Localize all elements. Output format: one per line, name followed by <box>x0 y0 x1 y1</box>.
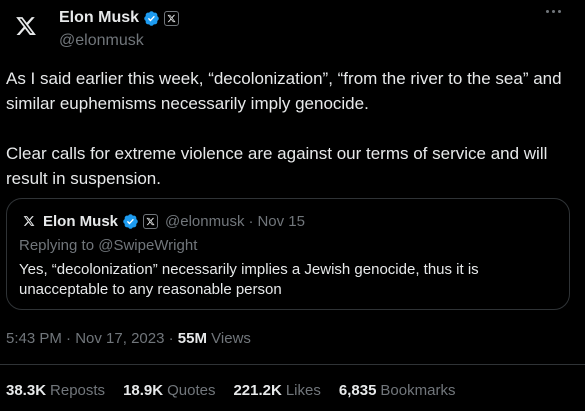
separator: · <box>66 330 72 347</box>
x-logo-icon <box>19 211 39 231</box>
author-display-name[interactable]: Elon Musk <box>59 9 139 27</box>
x-affiliation-icon[interactable] <box>164 10 180 26</box>
tweet-time[interactable]: 5:43 PM <box>6 330 62 347</box>
author-handle[interactable]: @elonmusk <box>59 32 144 50</box>
more-dot <box>552 10 555 13</box>
stat-count: 6,835 <box>338 382 377 399</box>
quoted-tweet[interactable]: Elon Musk @elonmusk · Nov 15 Replying to… <box>6 198 570 310</box>
reposts-stat[interactable]: 38.3K Reposts <box>6 382 105 399</box>
tweet-paragraph: As I said earlier this week, “decoloniza… <box>6 69 562 113</box>
stat-label: Reposts <box>50 382 106 399</box>
quotes-stat[interactable]: 18.9K Quotes <box>123 382 215 399</box>
more-dot <box>558 10 561 13</box>
quoted-date: Nov 15 <box>257 212 305 230</box>
quoted-author-row: Elon Musk @elonmusk · Nov 15 <box>19 211 305 231</box>
quoted-handle: @elonmusk <box>165 212 245 230</box>
verified-badge-icon <box>122 213 139 230</box>
verified-badge-icon[interactable] <box>143 10 160 27</box>
bookmarks-stat[interactable]: 6,835 Bookmarks <box>339 382 456 399</box>
stat-count: 18.9K <box>123 382 164 399</box>
more-options-icon[interactable] <box>546 10 561 13</box>
tweet-date[interactable]: Nov 17, 2023 <box>75 330 164 347</box>
stat-count: 221.2K <box>233 382 282 399</box>
quoted-text: Yes, “decolonization” necessarily implie… <box>19 261 479 298</box>
x-logo-icon <box>16 17 36 35</box>
replying-to: Replying to @SwipeWright <box>19 237 198 254</box>
avatar[interactable] <box>6 6 46 46</box>
separator: · <box>248 212 254 230</box>
stat-label: Likes <box>285 382 321 399</box>
stat-label: Bookmarks <box>380 382 456 399</box>
tweet-meta: 5:43 PM · Nov 17, 2023 · 55M Views <box>6 330 251 347</box>
stat-count: 38.3K <box>6 382 47 399</box>
views-label: Views <box>211 330 251 347</box>
stat-label: Quotes <box>167 382 216 399</box>
tweet-paragraph: Clear calls for extreme violence are aga… <box>6 144 548 188</box>
x-affiliation-icon <box>143 213 159 229</box>
likes-stat[interactable]: 221.2K Likes <box>233 382 320 399</box>
engagement-stats: 38.3K Reposts 18.9K Quotes 221.2K Likes … <box>6 382 455 399</box>
author-row: Elon Musk <box>59 9 180 27</box>
more-dot <box>546 10 549 13</box>
tweet-text: As I said earlier this week, “decoloniza… <box>6 66 578 191</box>
divider <box>0 364 585 365</box>
separator: · <box>168 330 174 347</box>
views-count: 55M <box>177 330 207 347</box>
quoted-display-name: Elon Musk <box>43 212 119 230</box>
